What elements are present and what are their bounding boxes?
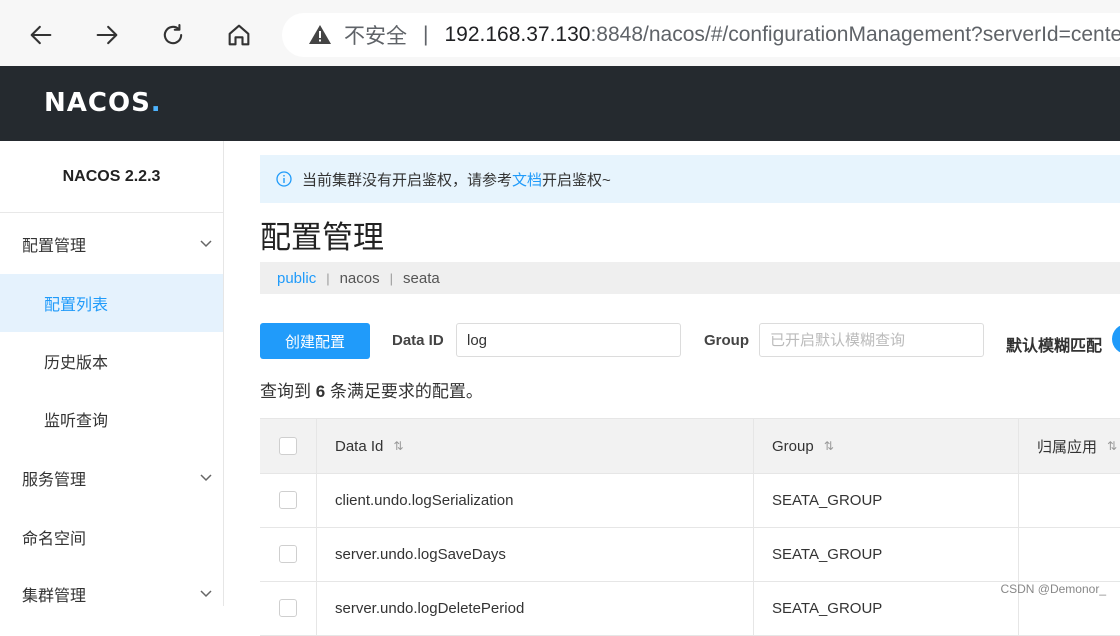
docs-link[interactable]: 文档	[512, 169, 542, 190]
version-label: NACOS 2.2.3	[0, 141, 223, 213]
chevron-down-icon	[200, 240, 212, 248]
config-table: Data Id ⇅ Group ⇅ 归属应用 ⇅ client.undo.logSer…	[260, 418, 1120, 636]
chevron-down-icon	[200, 474, 212, 482]
arrow-left-icon	[30, 25, 52, 45]
row-checkbox[interactable]	[279, 491, 297, 509]
row-checkbox[interactable]	[279, 599, 297, 617]
sort-icon: ⇅	[823, 439, 834, 453]
sidebar-item-config-management[interactable]: 配置管理	[0, 215, 223, 273]
group-label: Group	[704, 332, 749, 349]
auth-notice: 当前集群没有开启鉴权，请参考 文档 开启鉴权~	[260, 155, 1120, 203]
column-header-app[interactable]: 归属应用 ⇅	[1019, 419, 1120, 473]
namespace-nacos[interactable]: nacos	[340, 270, 380, 287]
sidebar-item-label: 命名空间	[22, 531, 87, 548]
cell-data-id: server.undo.logDeletePeriod	[317, 581, 754, 635]
browser-toolbar: 不安全 | 192.168.37.130 :8848/nacos/#/confi…	[0, 0, 1120, 66]
data-id-label: Data ID	[392, 332, 444, 349]
info-icon	[276, 171, 292, 187]
home-button[interactable]	[222, 18, 256, 52]
select-all-checkbox[interactable]	[279, 437, 297, 455]
result-count: 6	[315, 382, 326, 401]
sidebar-item-namespace[interactable]: 命名空间	[0, 508, 223, 566]
cell-group: SEATA_GROUP	[754, 581, 1019, 635]
cell-data-id: client.undo.logSerialization	[317, 473, 754, 527]
table-row[interactable]: server.undo.logSaveDays SEATA_GROUP	[260, 527, 1120, 582]
data-id-input[interactable]	[456, 323, 681, 357]
sidebar-item-history[interactable]: 历史版本	[0, 332, 223, 390]
address-separator: |	[423, 23, 429, 46]
arrow-right-icon	[96, 25, 118, 45]
fuzzy-match-toggle[interactable]	[1112, 324, 1120, 354]
sort-icon: ⇅	[393, 439, 404, 453]
home-icon	[228, 24, 250, 46]
nacos-logo[interactable]: NACOS.	[44, 88, 162, 118]
cell-group: SEATA_GROUP	[754, 473, 1019, 527]
row-checkbox[interactable]	[279, 545, 297, 563]
column-header-data-id[interactable]: Data Id ⇅	[317, 419, 754, 473]
table-row[interactable]: server.undo.logDeletePeriod SEATA_GROUP	[260, 581, 1120, 636]
namespace-seata[interactable]: seata	[403, 270, 440, 287]
notice-text: 当前集群没有开启鉴权，请参考	[302, 171, 513, 189]
reload-button[interactable]	[156, 18, 190, 52]
sidebar-item-label: 集群管理	[22, 588, 87, 605]
cell-app	[1019, 527, 1120, 581]
sort-icon: ⇅	[1107, 439, 1118, 453]
cell-app	[1019, 473, 1120, 527]
namespace-public[interactable]: public	[277, 270, 316, 287]
sidebar-item-cluster-management[interactable]: 集群管理	[0, 565, 223, 623]
sidebar-item-label: 配置管理	[22, 238, 87, 255]
sidebar: NACOS 2.2.3 配置管理 配置列表 历史版本 监听查询 服务管理 命名空…	[0, 141, 224, 606]
namespace-separator: |	[389, 270, 394, 286]
url-path: :8848/nacos/#/configurationManagement?se…	[590, 23, 1120, 46]
sidebar-item-label: 配置列表	[44, 297, 109, 314]
back-button[interactable]	[24, 18, 58, 52]
table-header-row: Data Id ⇅ Group ⇅ 归属应用 ⇅	[260, 419, 1120, 474]
create-config-button[interactable]: 创建配置	[260, 323, 370, 359]
namespace-separator: |	[326, 270, 330, 286]
cell-group: SEATA_GROUP	[754, 527, 1019, 581]
column-header-group[interactable]: Group ⇅	[754, 419, 1019, 473]
sidebar-item-service-management[interactable]: 服务管理	[0, 449, 223, 507]
notice-text-suffix: 开启鉴权~	[542, 171, 611, 189]
sidebar-item-label: 服务管理	[22, 472, 87, 489]
namespace-bar: public | nacos | seata	[260, 262, 1120, 294]
table-row[interactable]: client.undo.logSerialization SEATA_GROUP	[260, 473, 1120, 528]
reload-icon	[163, 24, 183, 45]
sidebar-item-config-list[interactable]: 配置列表	[0, 274, 223, 332]
watermark: CSDN @Demonor_	[1000, 582, 1106, 596]
warning-icon	[308, 23, 332, 47]
page-title: 配置管理	[260, 220, 384, 255]
forward-button[interactable]	[90, 18, 124, 52]
sidebar-item-label: 历史版本	[44, 355, 109, 372]
group-input[interactable]	[759, 323, 984, 357]
sidebar-item-label: 监听查询	[44, 413, 109, 430]
insecure-label: 不安全	[344, 25, 407, 48]
sidebar-item-listener-query[interactable]: 监听查询	[0, 390, 223, 448]
address-bar[interactable]: 不安全 | 192.168.37.130 :8848/nacos/#/confi…	[282, 13, 1120, 57]
fuzzy-match-label: 默认模糊匹配	[1006, 338, 1103, 355]
chevron-down-icon	[200, 590, 212, 598]
url-host: 192.168.37.130	[444, 23, 591, 46]
cell-data-id: server.undo.logSaveDays	[317, 527, 754, 581]
result-summary: 查询到 6 条满足要求的配置。	[260, 382, 483, 401]
app-header: NACOS.	[0, 66, 1120, 141]
